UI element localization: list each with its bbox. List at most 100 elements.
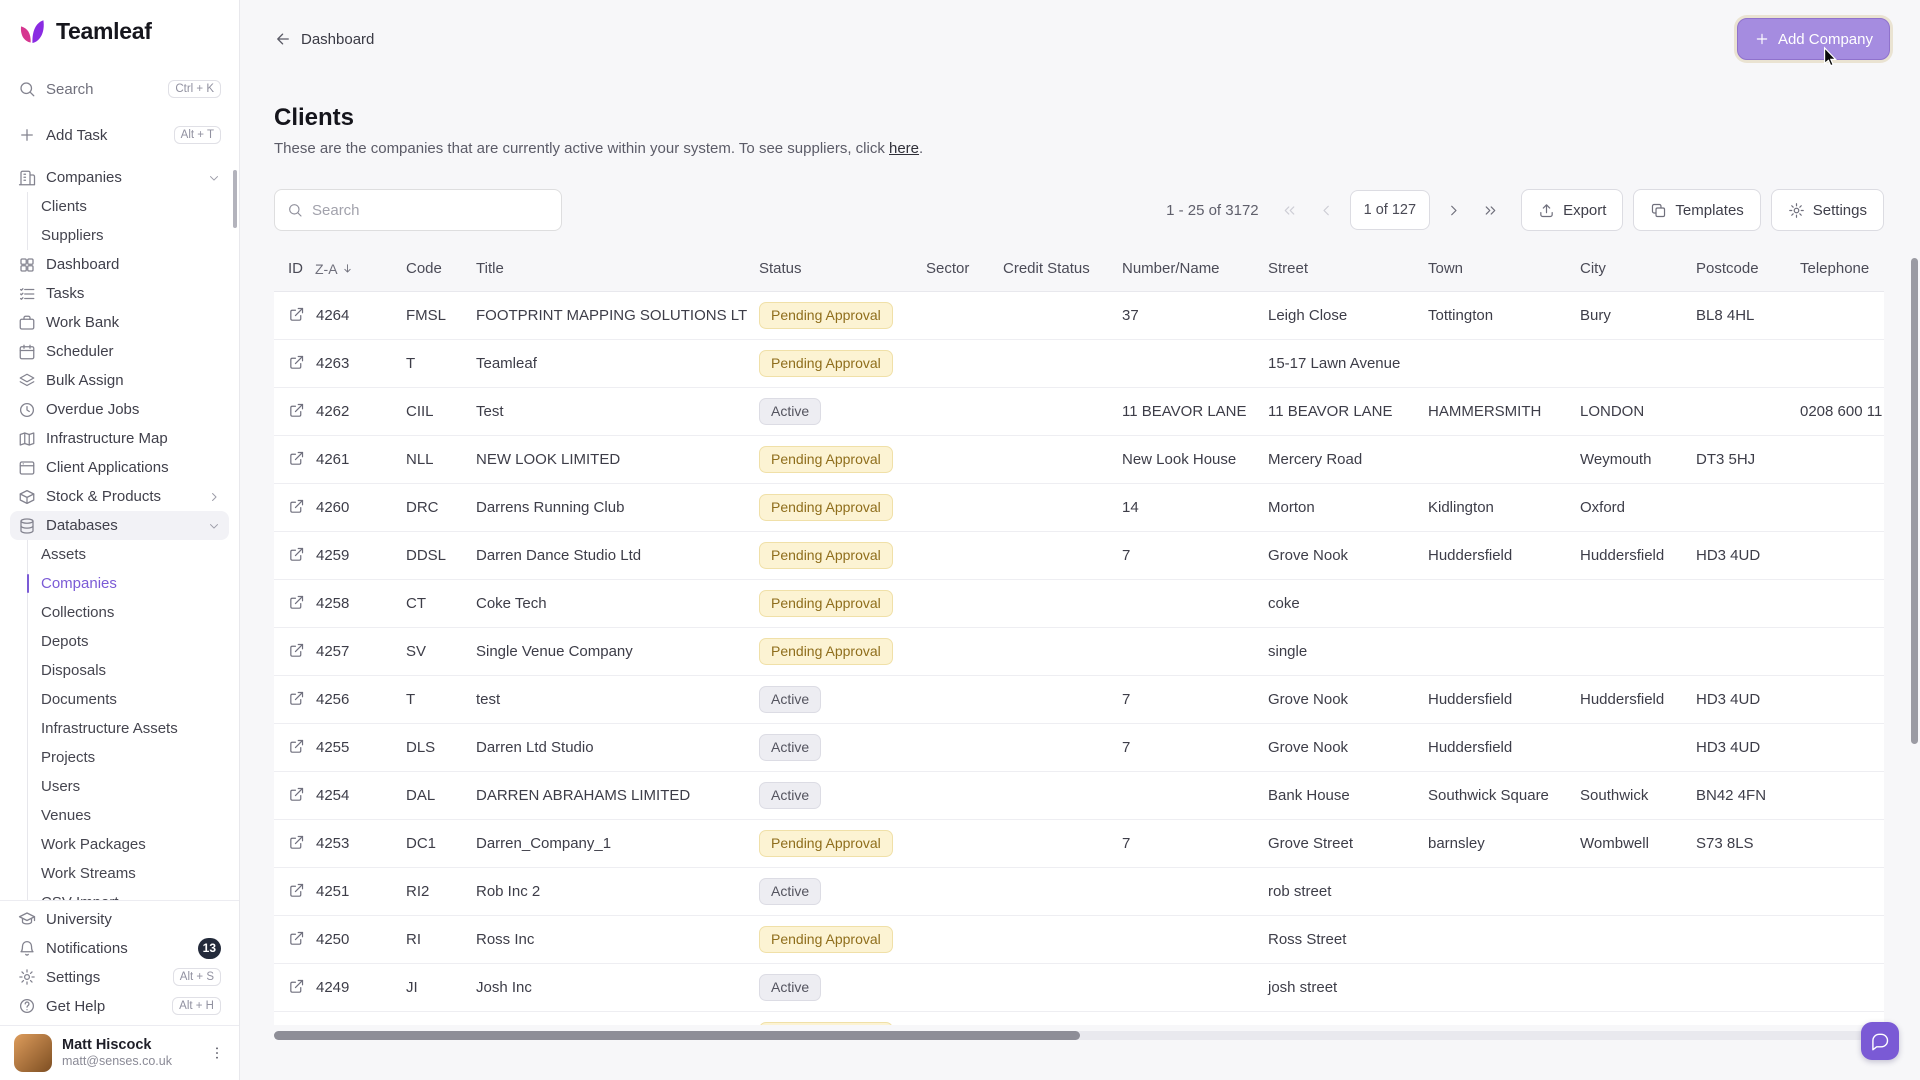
external-link-icon[interactable] [288,498,305,515]
sidebar-item-client-applications[interactable]: Client Applications [10,453,229,482]
app-logo[interactable]: Teamleaf [0,0,239,59]
cell-status: Pending Approval [747,819,914,867]
table-row-4251[interactable]: 4251RI2Rob Inc 2Activerob street [274,867,1884,915]
table-row-4263[interactable]: 4263TTeamleafPending Approval15-17 Lawn … [274,339,1884,387]
sidebar-item-dashboard[interactable]: Dashboard [10,250,229,279]
external-link-icon[interactable] [288,546,305,563]
sidebar-item-work-bank[interactable]: Work Bank [10,308,229,337]
sidebar-item-get-help[interactable]: Get HelpAlt + H [10,992,229,1021]
add-company-button[interactable]: Add Company [1737,18,1890,60]
chat-button[interactable] [1861,1022,1899,1060]
sidebar-item-tasks[interactable]: Tasks [10,279,229,308]
table-row-4260[interactable]: 4260DRCDarrens Running ClubPending Appro… [274,483,1884,531]
sidebar-subitem-infrastructure-assets[interactable]: Infrastructure Assets [28,714,229,743]
dots-vertical-icon[interactable] [209,1045,225,1061]
sidebar-subitem-users[interactable]: Users [28,772,229,801]
export-button[interactable]: Export [1521,189,1623,231]
external-link-icon[interactable] [288,690,305,707]
column-header-street[interactable]: Street [1256,247,1416,291]
external-link-icon[interactable] [288,354,305,371]
sidebar-subitem-depots[interactable]: Depots [28,627,229,656]
sidebar-subitem-work-packages[interactable]: Work Packages [28,830,229,859]
pagination-next-button[interactable] [1439,196,1467,224]
column-header-postcode[interactable]: Postcode [1684,247,1788,291]
page-scrollbar[interactable] [1911,0,1918,1080]
pagination-prev-button[interactable] [1313,196,1341,224]
table-row-4255[interactable]: 4255DLSDarren Ltd StudioActive7Grove Noo… [274,723,1884,771]
sidebar-item-settings[interactable]: SettingsAlt + S [10,963,229,992]
sidebar-item-notifications[interactable]: Notifications13 [10,934,229,963]
table-search[interactable] [274,189,562,231]
sidebar-item-companies[interactable]: Companies [10,163,229,192]
column-header-code[interactable]: Code [394,247,464,291]
column-header-city[interactable]: City [1568,247,1684,291]
sidebar-subitem-assets[interactable]: Assets [28,540,229,569]
column-header-sector[interactable]: Sector [914,247,991,291]
sidebar-subitem-collections[interactable]: Collections [28,598,229,627]
sidebar-subitem-companies[interactable]: Companies [28,569,229,598]
sidebar-subitem-work-streams[interactable]: Work Streams [28,859,229,888]
sidebar-item-scheduler[interactable]: Scheduler [10,337,229,366]
user-menu[interactable]: Matt Hiscock matt@senses.co.uk [0,1025,239,1080]
sidebar-search[interactable]: Search Ctrl + K [10,71,229,107]
column-header-title[interactable]: Title [464,247,747,291]
table-row-4257[interactable]: 4257SVSingle Venue CompanyPending Approv… [274,627,1884,675]
sidebar-subitem-venues[interactable]: Venues [28,801,229,830]
table-row-4249[interactable]: 4249JIJosh IncActivejosh street [274,963,1884,1011]
sidebar-item-infrastructure-map[interactable]: Infrastructure Map [10,424,229,453]
column-header-telephone[interactable]: Telephone [1788,247,1884,291]
table-row-4254[interactable]: 4254DALDARREN ABRAHAMS LIMITEDActiveBank… [274,771,1884,819]
table-row-4261[interactable]: 4261NLLNEW LOOK LIMITEDPending ApprovalN… [274,435,1884,483]
sidebar-subitem-clients[interactable]: Clients [28,192,229,221]
sidebar-item-bulk-assign[interactable]: Bulk Assign [10,366,229,395]
sidebar-item-overdue-jobs[interactable]: Overdue Jobs [10,395,229,424]
sidebar-subitem-suppliers[interactable]: Suppliers [28,221,229,250]
column-header-id[interactable]: IDZ-A [274,247,394,291]
back-to-dashboard-link[interactable]: Dashboard [274,30,374,48]
sort-indicator[interactable]: Z-A [315,261,354,277]
table-horizontal-scrollbar[interactable] [274,1031,1884,1040]
table-row-4253[interactable]: 4253DC1Darren_Company_1Pending Approval7… [274,819,1884,867]
sidebar-item-databases[interactable]: Databases [10,511,229,540]
pagination-last-button[interactable] [1476,196,1504,224]
sidebar-subitem-disposals[interactable]: Disposals [28,656,229,685]
external-link-icon[interactable] [288,642,305,659]
external-link-icon[interactable] [288,402,305,419]
external-link-icon[interactable] [288,306,305,323]
horizontal-scrollbar-thumb[interactable] [274,1031,1080,1040]
table-row-4250[interactable]: 4250RIRoss IncPending ApprovalRoss Stree… [274,915,1884,963]
table-row[interactable]: Pending Approval [274,1011,1884,1025]
pagination-first-button[interactable] [1276,196,1304,224]
external-link-icon[interactable] [288,930,305,947]
table-row-4264[interactable]: 4264FMSLFOOTPRINT MAPPING SOLUTIONS LTDP… [274,291,1884,339]
table-row-4259[interactable]: 4259DDSLDarren Dance Studio LtdPending A… [274,531,1884,579]
external-link-icon[interactable] [288,978,305,995]
external-link-icon[interactable] [288,738,305,755]
table-row-4258[interactable]: 4258CTCoke TechPending Approvalcoke [274,579,1884,627]
table-row-4256[interactable]: 4256TtestActive7Grove NookHuddersfieldHu… [274,675,1884,723]
column-header-status[interactable]: Status [747,247,914,291]
sidebar-item-university[interactable]: University [10,905,229,934]
external-link-icon[interactable] [288,594,305,611]
sidebar-subitem-documents[interactable]: Documents [28,685,229,714]
sidebar-subitem-projects[interactable]: Projects [28,743,229,772]
table-search-input[interactable] [312,202,549,219]
external-link-icon[interactable] [288,882,305,899]
chevrons-right-icon [1482,202,1499,219]
external-link-icon[interactable] [288,450,305,467]
external-link-icon[interactable] [288,834,305,851]
column-header-credit-status[interactable]: Credit Status [991,247,1110,291]
vertical-scrollbar-thumb[interactable] [1911,258,1918,744]
settings-button[interactable]: Settings [1771,189,1884,231]
cell-id: 4255 [274,723,394,771]
templates-button[interactable]: Templates [1633,189,1760,231]
suppliers-link[interactable]: here [889,140,919,157]
sidebar-scrollbar-thumb[interactable] [233,170,237,228]
sidebar-add-task[interactable]: Add Task Alt + T [10,117,229,153]
external-link-icon[interactable] [288,786,305,803]
sidebar-subitem-csv-import[interactable]: CSV Import [28,888,229,899]
column-header-number-name[interactable]: Number/Name [1110,247,1256,291]
table-row-4262[interactable]: 4262CIILTestActive11 BEAVOR LANE11 BEAVO… [274,387,1884,435]
column-header-town[interactable]: Town [1416,247,1568,291]
sidebar-item-stock-products[interactable]: Stock & Products [10,482,229,511]
